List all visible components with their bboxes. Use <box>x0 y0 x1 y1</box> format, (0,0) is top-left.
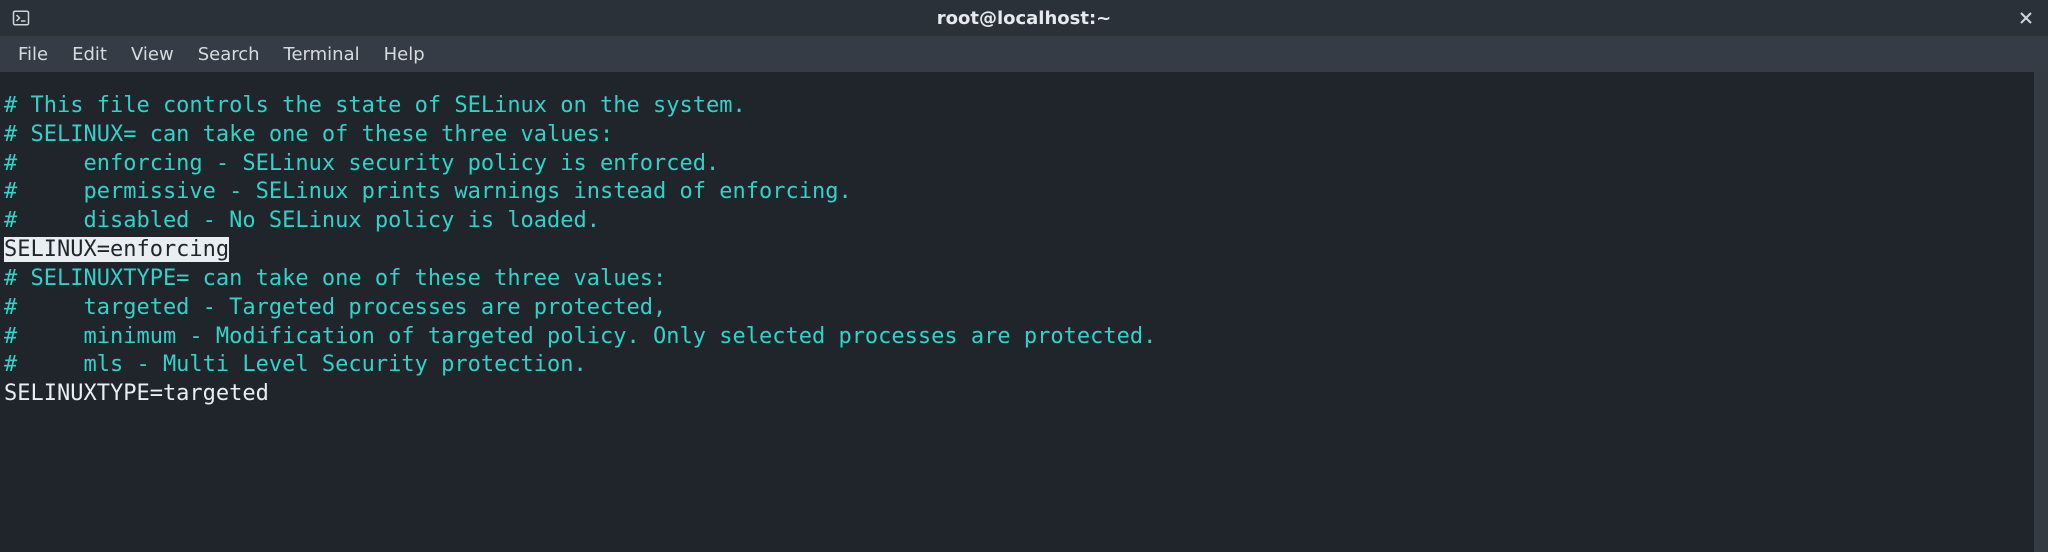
window-title: root@localhost:~ <box>937 8 1112 29</box>
window-titlebar: root@localhost:~ <box>0 0 2048 36</box>
terminal-area[interactable]: # This file controls the state of SELinu… <box>0 72 2048 552</box>
menu-terminal[interactable]: Terminal <box>272 40 372 69</box>
comment-line: # enforcing - SELinux security policy is… <box>4 151 719 176</box>
text-cursor: g <box>216 237 229 262</box>
menu-help[interactable]: Help <box>372 40 437 69</box>
terminal-app-icon <box>10 7 32 29</box>
comment-line: # mls - Multi Level Security protection. <box>4 352 587 377</box>
comment-line: # SELINUX= can take one of these three v… <box>4 122 613 147</box>
comment-line: # disabled - No SELinux policy is loaded… <box>4 208 600 233</box>
menu-edit[interactable]: Edit <box>60 40 119 69</box>
terminal-output[interactable]: # This file controls the state of SELinu… <box>0 72 2034 552</box>
menu-view[interactable]: View <box>119 40 186 69</box>
highlighted-config-line: SELINUX=enforcin <box>4 237 216 262</box>
comment-line: # SELINUXTYPE= can take one of these thr… <box>4 266 666 291</box>
window-close-button[interactable] <box>2014 6 2038 30</box>
comment-line: # targeted - Targeted processes are prot… <box>4 295 666 320</box>
menubar: File Edit View Search Terminal Help <box>0 36 2048 72</box>
comment-line: # minimum - Modification of targeted pol… <box>4 324 1156 349</box>
comment-line: # This file controls the state of SELinu… <box>4 93 746 118</box>
menu-file[interactable]: File <box>6 40 60 69</box>
comment-line: # permissive - SELinux prints warnings i… <box>4 179 852 204</box>
vertical-scrollbar[interactable] <box>2034 72 2048 552</box>
config-line: SELINUXTYPE=targeted <box>4 381 269 406</box>
menu-search[interactable]: Search <box>186 40 272 69</box>
